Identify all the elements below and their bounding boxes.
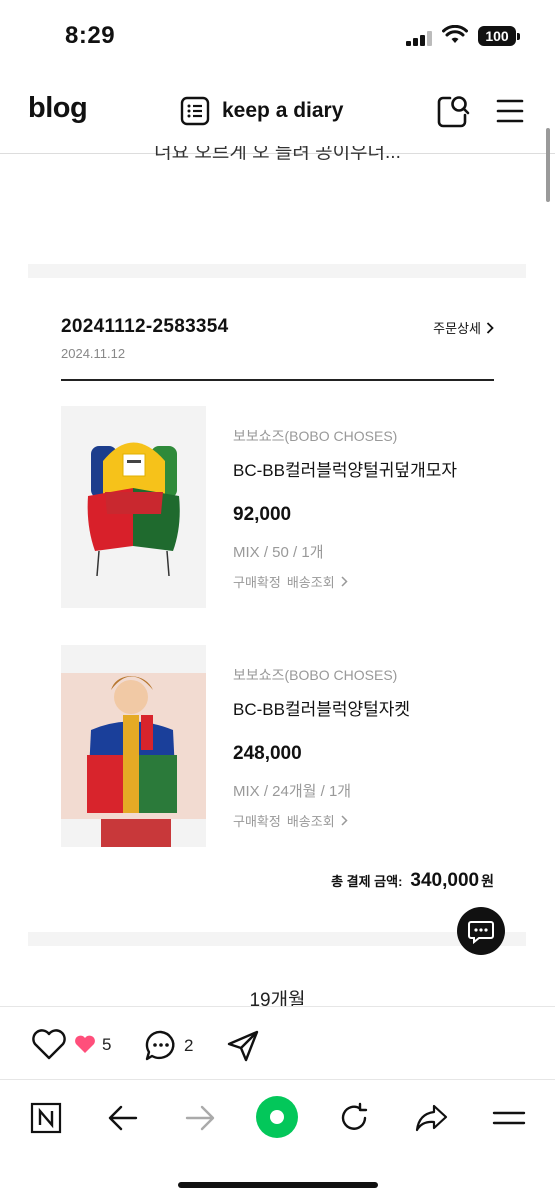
battery-indicator: 100 [478,26,520,46]
section-separator [28,932,526,946]
app-header: blog keep a diary [0,80,555,144]
product-price: 92,000 [233,504,292,525]
heart-outline-icon [32,1029,66,1060]
purchase-status: 구매확정 [233,814,281,829]
product-options: MIX / 24개월 / 1개 [233,783,352,800]
search-icon[interactable] [436,94,470,128]
browser-menu-button[interactable] [489,1098,529,1138]
send-icon [227,1030,259,1062]
home-icon [270,1110,284,1124]
item-status-row: 구매확정 배송조회 [233,572,348,591]
reaction-bar: 5 2 [0,1006,555,1080]
order-detail-link[interactable]: 주문상세 [433,318,494,337]
total-value: 340,000 [410,870,480,891]
scrollbar[interactable] [546,128,550,202]
refresh-button[interactable] [334,1098,374,1138]
tracking-link[interactable]: 배송조회 [287,811,335,830]
total-label: 총 결제 금액: [331,874,403,889]
like-button[interactable]: 5 [30,1029,111,1061]
comment-count: 2 [184,1036,194,1055]
tracking-link[interactable]: 배송조회 [287,572,335,591]
product-image-jacket[interactable] [61,645,206,847]
cellular-signal-icon [406,30,434,46]
naver-button[interactable] [26,1098,66,1138]
order-divider [61,379,494,381]
chat-button[interactable] [457,907,505,955]
forward-button[interactable] [180,1098,220,1138]
product-name[interactable]: BC-BB컬러블럭양털자켓 [233,695,410,720]
partial-post-text: 더요 오르게 오 들려 공이우더... [154,146,401,163]
total-unit: 원 [481,873,494,889]
chat-icon [468,921,494,945]
chevron-right-icon [341,815,348,826]
share-button[interactable] [226,1029,260,1063]
product-name[interactable]: BC-BB컬러블럭양털귀덮개모자 [233,456,457,481]
product-options: MIX / 50 / 1개 [233,544,324,561]
purchase-status: 구매확정 [233,575,281,590]
heart-filled-icon [75,1035,95,1053]
status-time: 8:29 [65,22,116,49]
order-detail-label: 주문상세 [433,321,481,336]
order-item: 보보쇼즈(BOBO CHOSES) BC-BB컬러블럭양털귀덮개모자 92,00… [61,406,494,611]
home-button[interactable] [256,1096,298,1138]
blog-logo[interactable]: blog [28,92,88,125]
list-icon [180,96,210,126]
comment-icon [145,1030,175,1061]
chevron-right-icon [486,321,494,334]
product-brand[interactable]: 보보쇼즈(BOBO CHOSES) [233,665,397,685]
blog-title-button[interactable]: keep a diary [180,94,343,128]
wifi-icon [442,25,468,43]
refresh-icon [341,1102,368,1130]
order-card: 20241112-2583354 2024.11.12 주문상세 보보쇼즈(BO… [28,278,526,933]
order-number: 20241112-2583354 [61,316,229,337]
product-brand[interactable]: 보보쇼즈(BOBO CHOSES) [233,426,397,446]
status-bar: 8:29 100 [0,0,555,72]
order-total: 총 결제 금액: 340,000 원 [331,870,494,892]
like-count: 5 [102,1035,112,1054]
order-item: 보보쇼즈(BOBO CHOSES) BC-BB컬러블럭양털자켓 248,000 … [61,645,494,850]
back-button[interactable] [103,1098,143,1138]
blog-title: keep a diary [222,99,344,122]
section-separator [28,264,526,278]
forward-icon [185,1105,215,1131]
comment-button[interactable]: 2 [144,1029,193,1063]
item-status-row: 구매확정 배송조회 [233,811,348,830]
back-icon [108,1105,138,1131]
share-icon [415,1104,448,1132]
chevron-right-icon [341,576,348,587]
product-image-hat[interactable] [61,406,206,608]
home-indicator [178,1182,378,1188]
product-price: 248,000 [233,743,302,764]
order-date: 2024.11.12 [61,346,126,361]
menu-icon[interactable] [494,94,528,128]
naver-icon [30,1102,62,1134]
share-page-button[interactable] [411,1098,451,1138]
menu-icon [492,1111,526,1125]
